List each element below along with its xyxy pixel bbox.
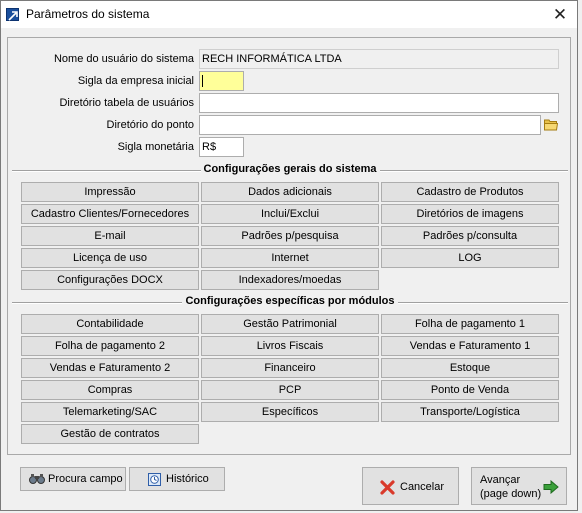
history-icon	[148, 473, 161, 489]
section-modules-title: Configurações específicas por módulos	[182, 295, 398, 307]
avancar-label-line2: (page down)	[480, 488, 542, 500]
button-licenca-de-uso[interactable]: Licença de uso	[21, 248, 199, 268]
procura-campo-label: Procura campo	[48, 473, 123, 485]
folder-icon[interactable]	[544, 118, 559, 132]
button-padroes-p-consulta[interactable]: Padrões p/consulta	[381, 226, 559, 246]
historico-label: Histórico	[166, 473, 209, 485]
button-financeiro[interactable]: Financeiro	[201, 358, 379, 378]
button-gestao-patrimonial[interactable]: Gestão Patrimonial	[201, 314, 379, 334]
usuario-label: Nome do usuário do sistema	[53, 53, 194, 65]
button-telemarketing-sac[interactable]: Telemarketing/SAC	[21, 402, 199, 422]
arrow-right-icon	[543, 479, 559, 497]
button-cadastro-de-produtos[interactable]: Cadastro de Produtos	[381, 182, 559, 202]
button-internet[interactable]: Internet	[201, 248, 379, 268]
button-estoque[interactable]: Estoque	[381, 358, 559, 378]
button-e-mail[interactable]: E-mail	[21, 226, 199, 246]
section-general-header: Configurações gerais do sistema	[12, 163, 568, 177]
button-cadastro-clientes-fornecedores[interactable]: Cadastro Clientes/Fornecedores	[21, 204, 199, 224]
window-title: Parâmetros do sistema	[26, 7, 150, 21]
button-gestao-de-contratos[interactable]: Gestão de contratos	[21, 424, 199, 444]
historico-button[interactable]: Histórico	[129, 467, 225, 491]
button-inclui-exclui[interactable]: Inclui/Exclui	[201, 204, 379, 224]
button-ponto-de-venda[interactable]: Ponto de Venda	[381, 380, 559, 400]
button-vendas-e-faturamento-1[interactable]: Vendas e Faturamento 1	[381, 336, 559, 356]
cancelar-label: Cancelar	[400, 481, 445, 493]
button-especificos[interactable]: Específicos	[201, 402, 379, 422]
button-compras[interactable]: Compras	[21, 380, 199, 400]
usuario-field: RECH INFORMÁTICA LTDA	[199, 49, 559, 69]
avancar-label-line1: Avançar	[480, 474, 521, 486]
sigla-monetaria-label: Sigla monetária	[117, 141, 194, 153]
button-livros-fiscais[interactable]: Livros Fiscais	[201, 336, 379, 356]
sigla-monetaria-input[interactable]: R$	[199, 137, 244, 157]
diretorio-ponto-input[interactable]	[199, 115, 541, 135]
diretorio-ponto-label: Diretório do ponto	[106, 119, 194, 131]
button-log[interactable]: LOG	[381, 248, 559, 268]
binoculars-icon	[29, 473, 45, 488]
procura-campo-button[interactable]: Procura campo	[20, 467, 126, 491]
sigla-empresa-label: Sigla da empresa inicial	[77, 75, 194, 87]
diretorio-usuarios-input[interactable]	[199, 93, 559, 113]
button-pcp[interactable]: PCP	[201, 380, 379, 400]
button-transporte-logistica[interactable]: Transporte/Logística	[381, 402, 559, 422]
button-contabilidade[interactable]: Contabilidade	[21, 314, 199, 334]
section-general-title: Configurações gerais do sistema	[200, 163, 380, 175]
close-button[interactable]: ✕	[543, 1, 577, 28]
button-folha-de-pagamento-1[interactable]: Folha de pagamento 1	[381, 314, 559, 334]
window: Parâmetros do sistema ✕ Nome do usuário …	[0, 0, 578, 511]
button-padroes-p-pesquisa[interactable]: Padrões p/pesquisa	[201, 226, 379, 246]
button-folha-de-pagamento-2[interactable]: Folha de pagamento 2	[21, 336, 199, 356]
button-vendas-e-faturamento-2[interactable]: Vendas e Faturamento 2	[21, 358, 199, 378]
app-icon	[6, 8, 19, 21]
text-caret	[202, 75, 203, 88]
avancar-button[interactable]: Avançar (page down)	[471, 467, 567, 505]
button-configuracoes-docx[interactable]: Configurações DOCX	[21, 270, 199, 290]
button-diretorios-de-imagens[interactable]: Diretórios de imagens	[381, 204, 559, 224]
cancelar-button[interactable]: Cancelar	[362, 467, 459, 505]
button-dados-adicionais[interactable]: Dados adicionais	[201, 182, 379, 202]
button-impressao[interactable]: Impressão	[21, 182, 199, 202]
cancel-x-icon	[380, 480, 395, 498]
diretorio-usuarios-label: Diretório tabela de usuários	[59, 97, 194, 109]
section-modules-header: Configurações específicas por módulos	[12, 295, 568, 309]
title-bar: Parâmetros do sistema ✕	[1, 1, 577, 28]
sigla-empresa-input[interactable]	[199, 71, 244, 91]
button-indexadores-moedas[interactable]: Indexadores/moedas	[201, 270, 379, 290]
parameters-panel: Nome do usuário do sistema RECH INFORMÁT…	[7, 37, 571, 455]
